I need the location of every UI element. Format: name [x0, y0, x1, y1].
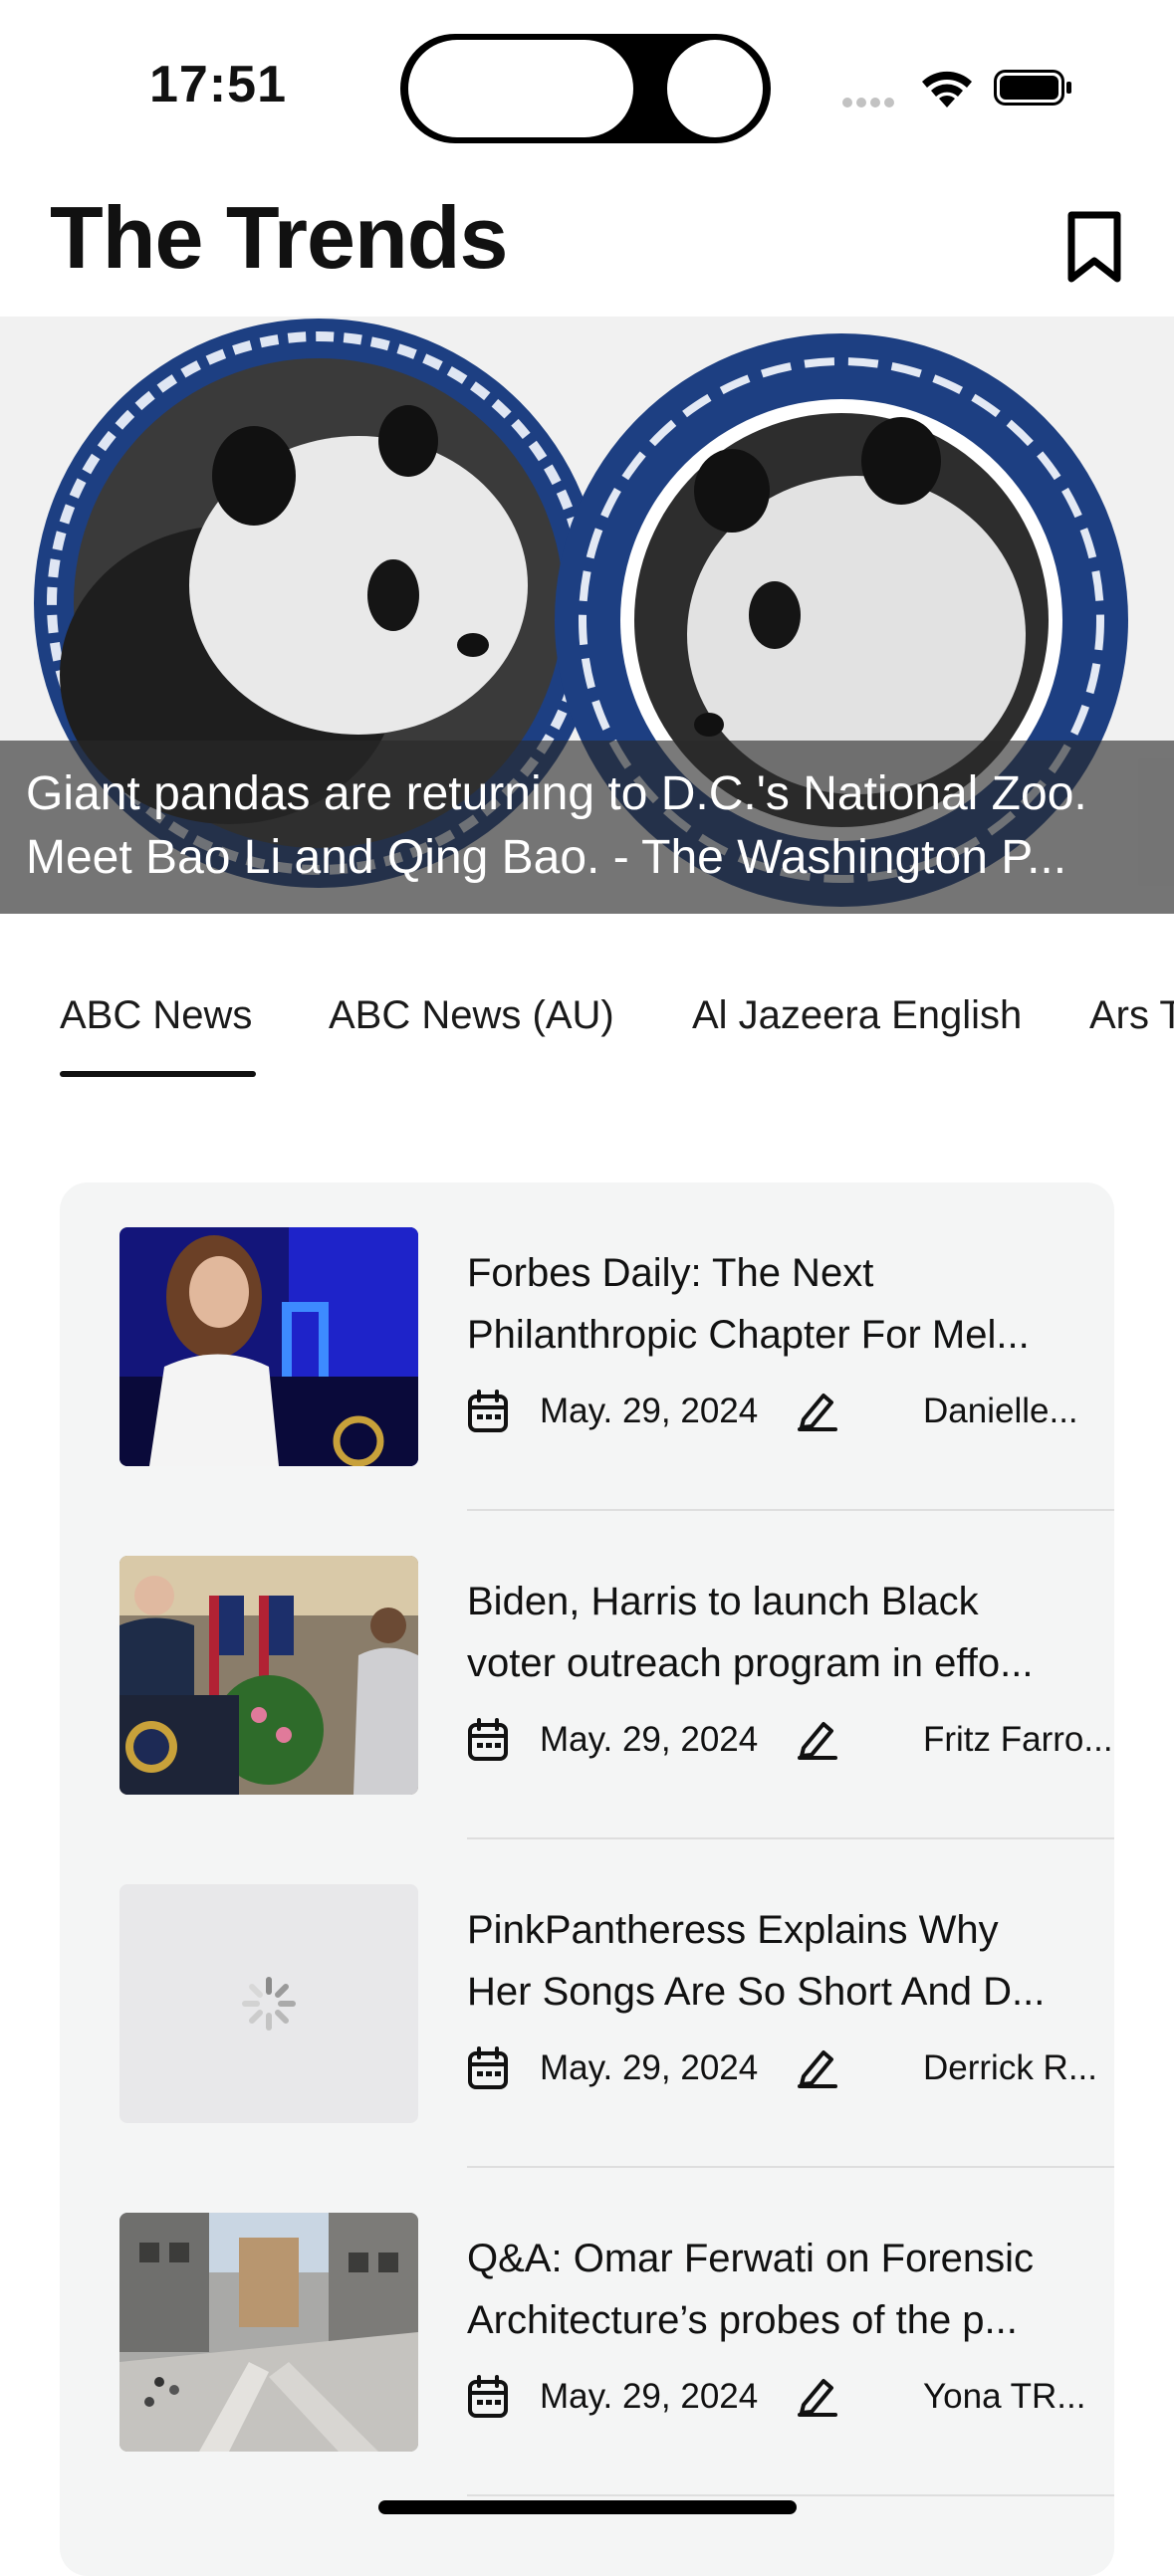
article-title: PinkPantheress Explains Why Her Songs Ar… — [467, 1899, 1084, 2023]
article-title: Forbes Daily: The Next Philanthropic Cha… — [467, 1242, 1084, 1366]
calendar-icon — [468, 2046, 508, 2089]
article-title-line: Architecture’s probes of the p... — [467, 2298, 1018, 2342]
article-author: Danielle... — [923, 1392, 1078, 1430]
calendar-icon — [468, 1390, 508, 1432]
tab-al-jazeera-english[interactable]: Al Jazeera English — [692, 993, 1022, 1038]
article-thumbnail — [119, 1227, 418, 1466]
calendar-icon — [468, 1718, 508, 1761]
article-thumbnail — [119, 2213, 418, 2452]
article-meta: May. 29, 2024 Yona TR... — [467, 2367, 1104, 2423]
pen-icon — [798, 1722, 837, 1760]
article-title-line: Forbes Daily: The Next — [467, 1251, 874, 1295]
article-title-line: Philanthropic Chapter For Mel... — [467, 1313, 1030, 1357]
article-list: Forbes Daily: The Next Philanthropic Cha… — [60, 1182, 1114, 2576]
article-item[interactable]: Biden, Harris to launch Black voter outr… — [60, 1511, 1114, 1839]
hero-banner[interactable]: Giant pandas are returning to D.C.'s Nat… — [0, 317, 1174, 914]
pen-icon — [798, 1394, 837, 1431]
pen-icon — [798, 2379, 837, 2417]
article-meta: May. 29, 2024 Fritz Farro... — [467, 1710, 1113, 1766]
hero-caption-line: Giant pandas are returning to D.C.'s Nat… — [26, 767, 1087, 820]
article-title-line: voter outreach program in effo... — [467, 1641, 1034, 1685]
selected-tab-indicator — [60, 1071, 256, 1077]
article-author: Fritz Farro... — [923, 1720, 1113, 1759]
bookmark-icon[interactable] — [1063, 209, 1125, 285]
hero-caption-line: Meet Bao Li and Qing Bao. - The Washingt… — [26, 831, 1067, 884]
article-date: May. 29, 2024 — [540, 2377, 759, 2416]
article-author: Derrick R... — [923, 2048, 1097, 2087]
article-item[interactable]: PinkPantheress Explains Why Her Songs Ar… — [60, 1839, 1114, 2168]
dynamic-island — [400, 34, 771, 143]
wifi-icon — [922, 71, 972, 107]
article-date: May. 29, 2024 — [540, 1392, 759, 1430]
calendar-icon — [468, 2375, 508, 2418]
article-meta: May. 29, 2024 Danielle... — [467, 1382, 1104, 1437]
source-tabs: ABC News ABC News (AU) Al Jazeera Englis… — [0, 975, 1174, 1085]
article-title-line: Her Songs Are So Short And D... — [467, 1970, 1046, 2014]
article-item[interactable]: Q&A: Omar Ferwati on Forensic Architectu… — [60, 2168, 1114, 2496]
status-time: 17:51 — [149, 56, 287, 113]
article-title-line: Q&A: Omar Ferwati on Forensic — [467, 2237, 1035, 2280]
article-title: Q&A: Omar Ferwati on Forensic Architectu… — [467, 2228, 1084, 2351]
battery-icon — [994, 70, 1071, 106]
article-title-line: Biden, Harris to launch Black — [467, 1580, 979, 1623]
home-indicator[interactable] — [378, 2500, 797, 2514]
article-item[interactable]: Forbes Daily: The Next Philanthropic Cha… — [60, 1182, 1114, 1511]
article-thumbnail — [119, 1556, 418, 1795]
tab-ars-technica[interactable]: Ars T — [1089, 993, 1174, 1038]
cellular-signal-icon — [842, 95, 898, 112]
pen-icon — [798, 2050, 837, 2088]
article-author: Yona TR... — [923, 2377, 1086, 2416]
article-thumbnail — [119, 1884, 418, 2123]
tab-abc-news-au[interactable]: ABC News (AU) — [329, 993, 614, 1038]
tab-abc-news[interactable]: ABC News — [60, 993, 252, 1038]
article-title: Biden, Harris to launch Black voter outr… — [467, 1571, 1084, 1694]
status-bar: 17:51 — [0, 0, 1174, 169]
island-dot — [667, 40, 763, 137]
article-date: May. 29, 2024 — [540, 2048, 759, 2087]
hero-caption: Giant pandas are returning to D.C.'s Nat… — [0, 741, 1174, 914]
loading-spinner-icon — [242, 1977, 296, 2031]
article-title-line: PinkPantheress Explains Why — [467, 1908, 999, 1952]
island-pill — [408, 40, 633, 137]
divider — [467, 2494, 1114, 2496]
article-meta: May. 29, 2024 Derrick R... — [467, 2039, 1104, 2094]
article-date: May. 29, 2024 — [540, 1720, 759, 1759]
app-title: The Trends — [50, 188, 508, 287]
